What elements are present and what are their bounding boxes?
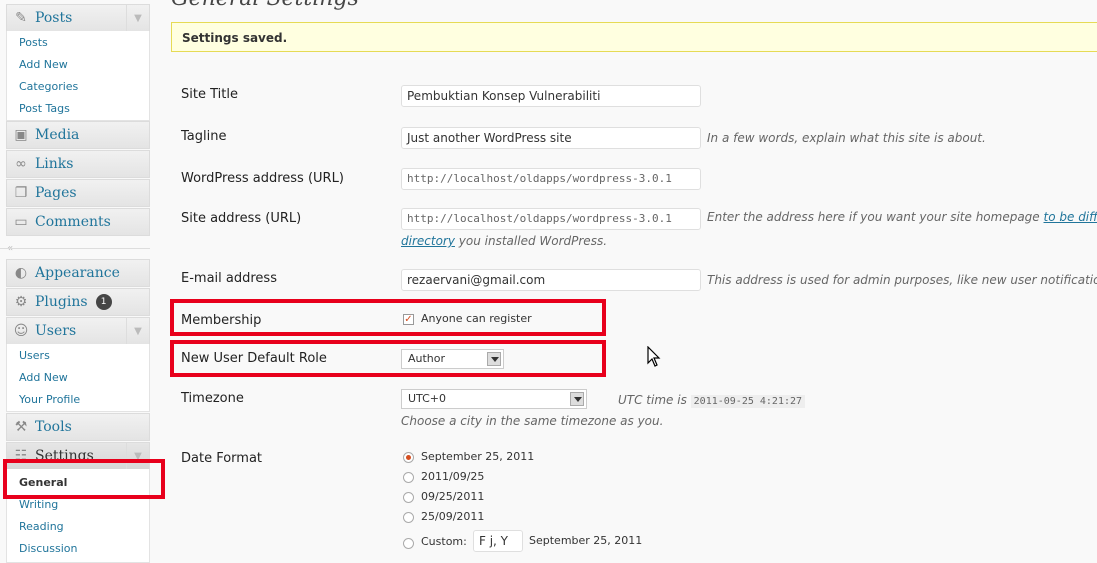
date-format-option-1: September 25, 2011 — [421, 450, 535, 463]
highlight-general — [3, 459, 165, 499]
menu-media-label: Media — [35, 127, 80, 143]
timezone-select[interactable]: UTC+0 — [401, 389, 587, 409]
menu-appearance[interactable]: ◐ Appearance — [6, 259, 150, 287]
menu-appearance-label: Appearance — [35, 265, 120, 281]
site-address-description: Enter the address here if you want your … — [707, 210, 1097, 224]
timezone-label: Timezone — [181, 391, 244, 406]
submenu-reading[interactable]: Reading — [19, 520, 64, 533]
site-address-description-2: directory you installed WordPress. — [401, 234, 607, 248]
date-format-radio-custom[interactable] — [403, 538, 414, 549]
tagline-label: Tagline — [181, 129, 227, 144]
date-format-option-3: 09/25/2011 — [421, 490, 485, 503]
submenu-add-new-post[interactable]: Add New — [19, 58, 68, 71]
submenu-categories[interactable]: Categories — [19, 80, 78, 93]
menu-posts-label: Posts — [35, 10, 73, 26]
chevron-down-icon[interactable]: ▼ — [126, 318, 149, 344]
menu-plugins[interactable]: ⚙ Plugins 1 — [6, 288, 150, 316]
highlight-membership — [170, 299, 606, 336]
date-format-custom-input[interactable]: F j, Y — [473, 530, 523, 552]
menu-separator — [0, 248, 150, 249]
site-address-desc-after: you installed WordPress. — [458, 234, 608, 248]
site-address-label: Site address (URL) — [181, 211, 302, 226]
menu-comments-label: Comments — [35, 214, 111, 230]
submenu-posts[interactable]: Posts — [19, 36, 48, 49]
update-count-badge: 1 — [95, 294, 112, 310]
date-format-radio-1[interactable] — [403, 452, 414, 463]
pushpin-icon: ✎ — [15, 10, 27, 26]
submenu-post-tags[interactable]: Post Tags — [19, 102, 70, 115]
admin-sidebar: ✎ Posts ▼ Posts Add New Categories Post … — [0, 0, 165, 563]
pages-icon: ❐ — [14, 185, 28, 201]
menu-posts[interactable]: ✎ Posts ▼ — [6, 4, 150, 32]
email-label: E-mail address — [181, 271, 277, 286]
date-format-radio-4[interactable] — [403, 512, 414, 523]
email-description: This address is used for admin purposes,… — [707, 273, 1097, 287]
menu-pages-label: Pages — [35, 185, 77, 201]
submenu-users[interactable]: Users — [19, 349, 50, 362]
submenu-writing[interactable]: Writing — [19, 498, 58, 511]
timezone-description: Choose a city in the same timezone as yo… — [401, 414, 664, 428]
menu-plugins-label: Plugins — [35, 294, 88, 310]
posts-submenu: Posts Add New Categories Post Tags — [6, 31, 150, 121]
date-format-radio-2[interactable] — [403, 472, 414, 483]
mouse-cursor-icon — [647, 346, 661, 367]
menu-users-label: Users — [35, 323, 77, 339]
utc-time-prefix: UTC time is — [618, 393, 687, 407]
date-format-option-4: 25/09/2011 — [421, 510, 485, 523]
date-format-custom-label: Custom: — [421, 535, 467, 548]
link-icon: ∞ — [15, 156, 27, 172]
main-content: General Settings Settings saved. Site Ti… — [160, 0, 1097, 563]
page-title: General Settings — [171, 0, 359, 11]
menu-links-label: Links — [35, 156, 74, 172]
highlight-default-role — [170, 340, 606, 377]
appearance-icon: ◐ — [14, 265, 28, 281]
menu-tools-label: Tools — [35, 419, 72, 435]
date-format-radio-3[interactable] — [403, 492, 414, 503]
chevron-down-icon[interactable]: ▼ — [126, 5, 149, 31]
menu-media[interactable]: ▣ Media — [6, 121, 150, 149]
directory-link[interactable]: directory — [401, 234, 455, 248]
wp-address-input[interactable]: http://localhost/oldapps/wordpress-3.0.1 — [401, 168, 701, 190]
site-address-input[interactable]: http://localhost/oldapps/wordpress-3.0.1 — [401, 208, 701, 230]
utc-time-value: 2011-09-25 4:21:27 — [690, 395, 806, 408]
settings-saved-notice: Settings saved. — [171, 22, 1097, 52]
utc-time: UTC time is 2011-09-25 4:21:27 — [618, 393, 806, 408]
tagline-description: In a few words, explain what this site i… — [707, 131, 986, 145]
date-format-option-2: 2011/09/25 — [421, 470, 485, 483]
plugin-icon: ⚙ — [14, 294, 28, 310]
tools-icon: ⚒ — [14, 419, 28, 435]
site-title-input[interactable]: Pembuktian Konsep Vulnerabiliti — [401, 85, 701, 107]
site-title-label: Site Title — [181, 87, 238, 102]
comment-icon: ▭ — [14, 214, 28, 230]
media-icon: ▣ — [14, 127, 28, 143]
menu-users[interactable]: ☺ Users ▼ — [6, 317, 150, 345]
users-submenu: Users Add New Your Profile — [6, 344, 150, 412]
submenu-discussion[interactable]: Discussion — [19, 542, 78, 555]
tagline-input[interactable]: Just another WordPress site — [401, 127, 701, 149]
timezone-value: UTC+0 — [408, 392, 447, 405]
menu-tools[interactable]: ⚒ Tools — [6, 413, 150, 441]
different-directory-link[interactable]: to be diffe — [1044, 210, 1097, 224]
users-icon: ☺ — [13, 323, 29, 339]
menu-comments[interactable]: ▭ Comments — [6, 208, 150, 236]
submenu-your-profile[interactable]: Your Profile — [19, 393, 80, 406]
date-format-custom-preview: September 25, 2011 — [529, 534, 643, 547]
submenu-add-new-user[interactable]: Add New — [19, 371, 68, 384]
site-address-desc-text: Enter the address here if you want your … — [707, 210, 1040, 224]
menu-links[interactable]: ∞ Links — [6, 150, 150, 178]
menu-pages[interactable]: ❐ Pages — [6, 179, 150, 207]
wp-address-label: WordPress address (URL) — [181, 171, 344, 186]
dropdown-arrow-icon — [570, 392, 584, 406]
date-format-label: Date Format — [181, 451, 263, 466]
email-input[interactable]: rezaervani@gmail.com — [401, 269, 701, 291]
